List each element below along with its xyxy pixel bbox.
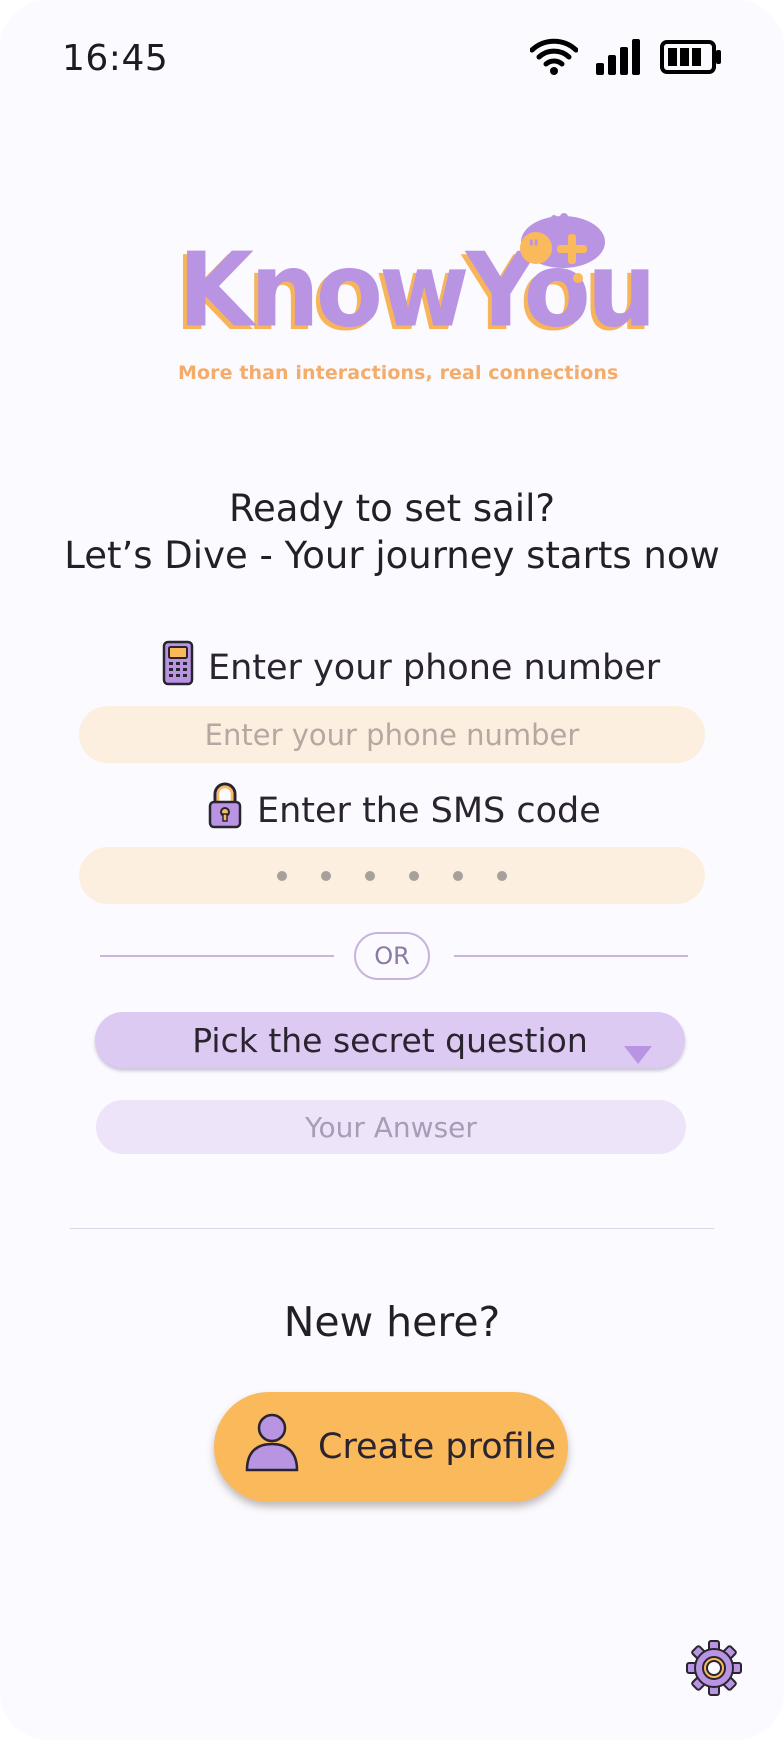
triangle-down-icon [623,1034,653,1073]
sms-label: Enter the SMS code [207,782,601,839]
lock-icon [207,782,243,839]
secret-question-select[interactable]: Pick the secret question [95,1012,685,1068]
headline-line-2: Let’s Dive - Your journey starts now [64,534,720,577]
logo-tagline: More than interactions, real connections [178,362,619,384]
sms-label-text: Enter the SMS code [257,790,601,831]
svg-text:": " [528,237,539,262]
create-profile-button[interactable]: Create profile [214,1392,568,1502]
app-screen: 16:45 KnowYou More than interactions, re… [0,0,784,1740]
create-profile-label: Create profile [318,1427,556,1467]
status-icons [530,38,722,76]
divider-line-right [454,955,688,957]
code-dot [409,870,419,881]
new-here-prompt: New here? [283,1298,501,1346]
phone-label-text: Enter your phone number [208,647,661,688]
code-dot [277,870,287,881]
app-logo: KnowYou More than interactions, real con… [170,212,657,392]
section-separator [70,1228,714,1229]
code-dot [321,870,331,881]
signal-icon [596,39,642,75]
secret-question-selected: Pick the secret question [192,1020,588,1060]
sms-code-input[interactable] [79,847,705,904]
secret-answer-placeholder: Your Anwser [305,1110,477,1144]
phone-number-input[interactable]: Enter your phone number [79,706,705,763]
code-dot [497,870,507,881]
secret-answer-input[interactable]: Your Anwser [96,1100,686,1154]
wifi-icon [530,38,578,76]
or-badge: OR [354,932,430,980]
code-dot [365,870,375,881]
divider-line-left [100,955,334,957]
battery-icon [660,40,722,74]
status-time: 16:45 [62,38,169,79]
quote-plus-badge-icon: " [508,212,608,294]
phone-label: Enter your phone number [162,640,660,695]
user-icon [244,1412,300,1483]
code-dot [453,870,463,881]
sms-code-dots [277,870,507,881]
headline-line-1: Ready to set sail? [229,487,555,530]
phone-number-placeholder: Enter your phone number [204,717,580,752]
gear-icon[interactable] [686,1640,742,1700]
mobile-phone-icon [162,640,194,695]
